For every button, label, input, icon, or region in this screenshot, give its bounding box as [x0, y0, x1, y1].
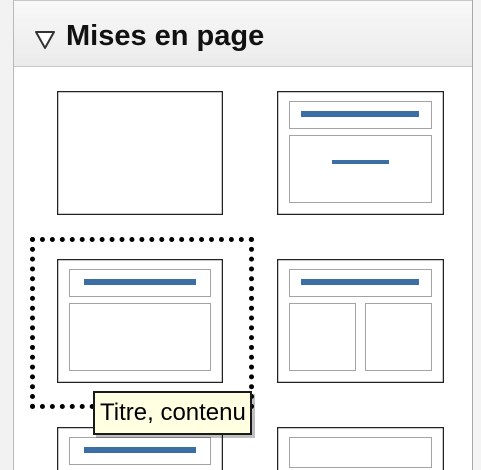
layout-title-two-columns[interactable] — [277, 259, 444, 383]
layout-tooltip: Titre, contenu — [93, 391, 252, 435]
layout-blank[interactable] — [57, 91, 223, 215]
triangle-down-icon[interactable] — [34, 30, 56, 50]
scrollbar-track[interactable] — [473, 0, 481, 470]
layouts-panel-header[interactable]: Mises en page — [14, 1, 472, 67]
panel-title: Mises en page — [66, 20, 265, 52]
left-frame — [0, 0, 14, 470]
layout-title-only[interactable] — [277, 91, 444, 215]
layout-row3-right[interactable] — [277, 427, 444, 470]
left-rule — [13, 0, 14, 470]
layout-title-content[interactable] — [57, 259, 223, 383]
